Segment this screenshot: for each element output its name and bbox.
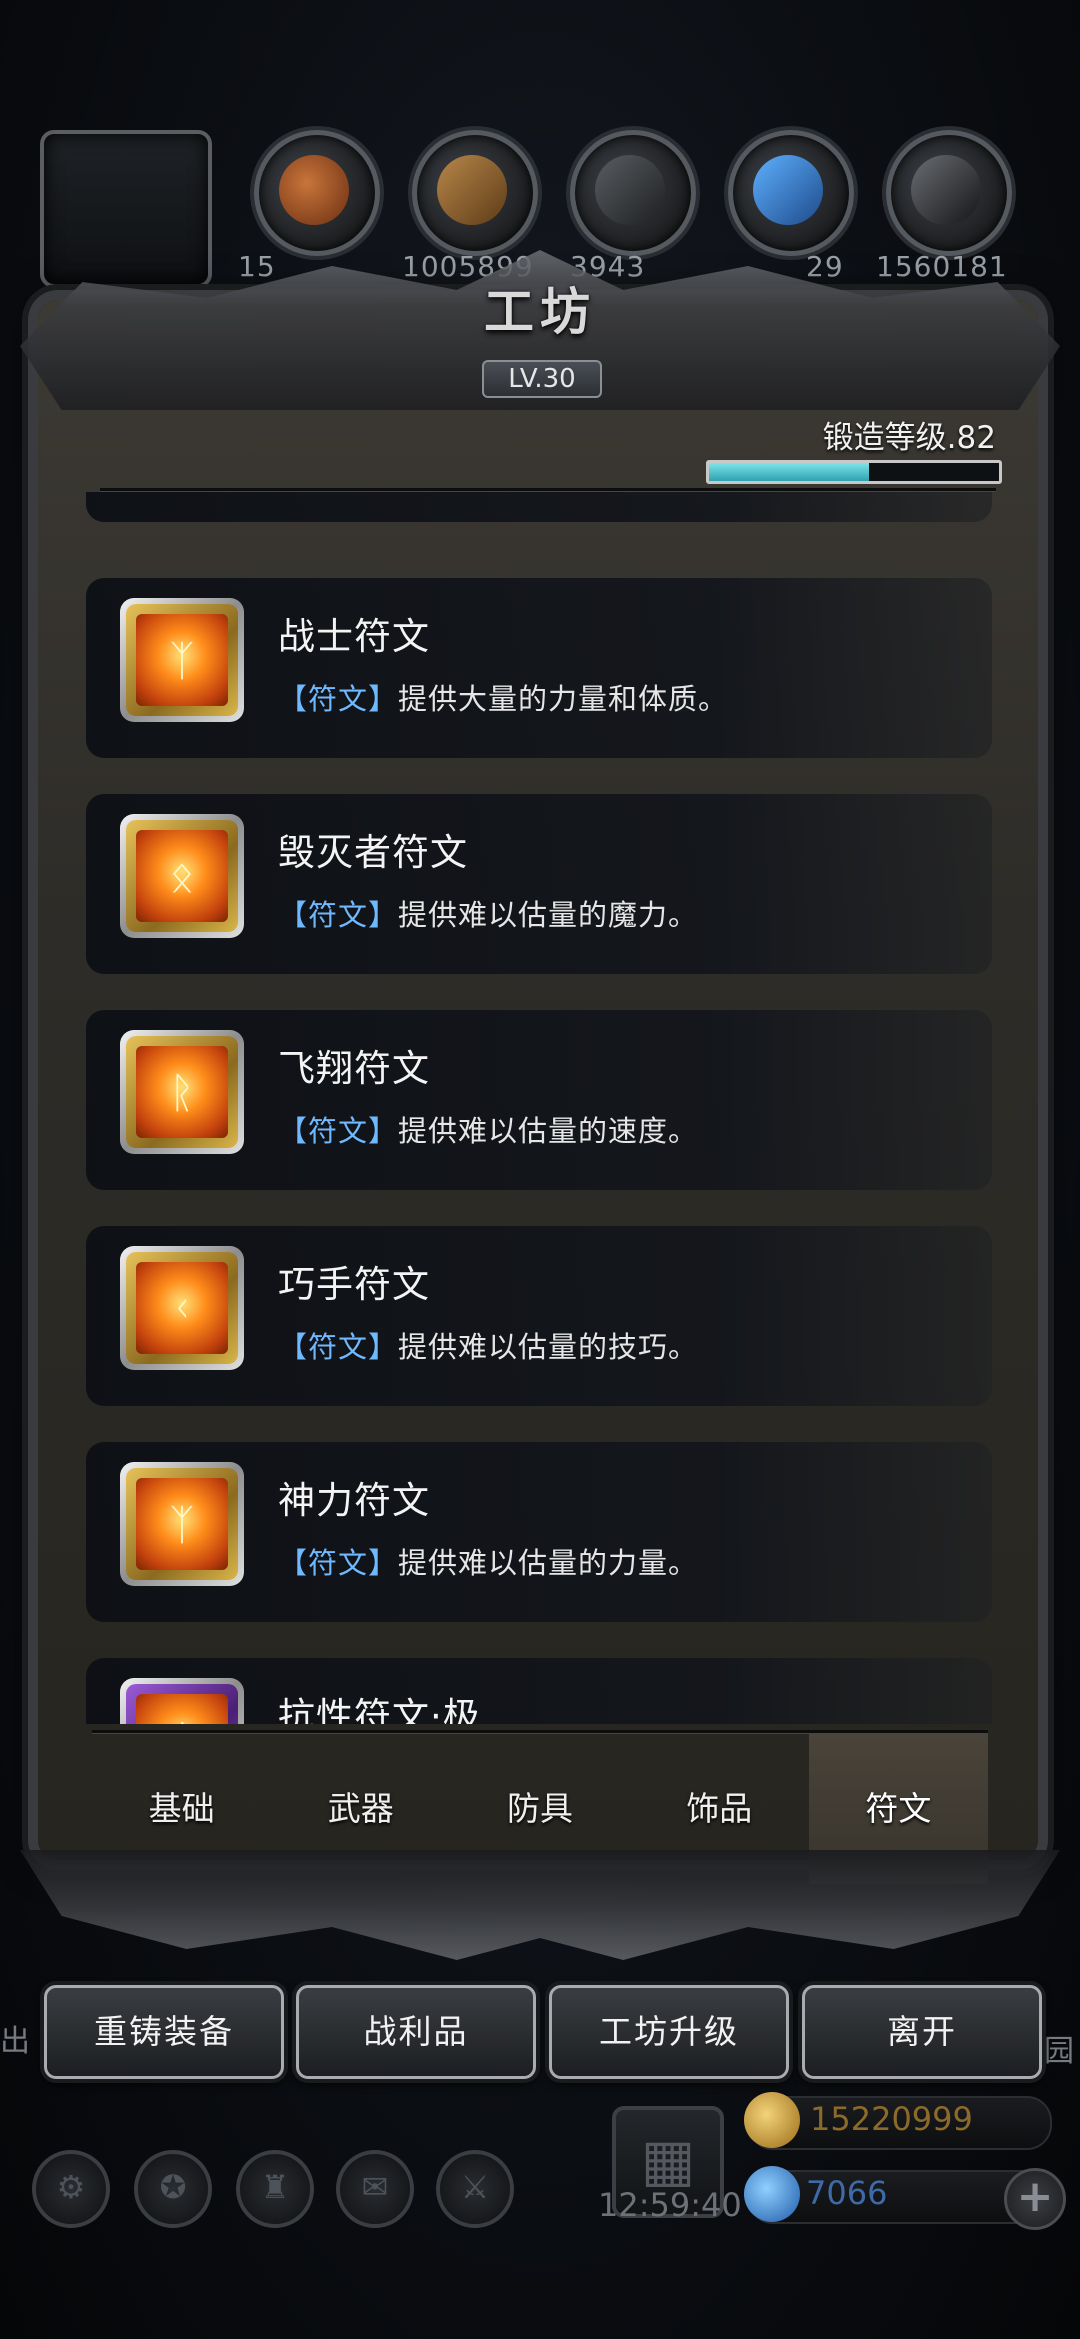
rune-desc: 【符文】提供难以估量的魔力。 <box>278 898 699 932</box>
list-bottom-divider <box>92 1730 988 1733</box>
add-currency-button[interactable]: + <box>1004 2168 1066 2230</box>
rune-name: 巧手符文 <box>278 1263 430 1306</box>
forge-progress-bar <box>706 460 1002 484</box>
gem-icon <box>744 2166 800 2222</box>
rune-name: 抗性符文·极 <box>278 1695 481 1724</box>
rune-name: 飞翔符文 <box>278 1047 430 1090</box>
list-top-divider <box>100 488 996 491</box>
left-edge-label: 出 <box>0 2024 30 2059</box>
resource-meat-icon <box>254 130 380 256</box>
list-item[interactable]: ᚱ 飞翔符文 【符文】提供难以估量的速度。 <box>86 1010 992 1190</box>
list-item[interactable]: ᚲ 巧手符文 【符文】提供难以估量的技巧。 <box>86 1226 992 1406</box>
mail-icon[interactable]: ✉ <box>336 2150 414 2228</box>
resource-crystal-icon <box>728 130 854 256</box>
panel-title: 工坊 <box>484 282 596 341</box>
leave-button[interactable]: 离开 <box>802 1985 1042 2079</box>
list-item[interactable] <box>86 492 992 522</box>
timer-text: 12:59:40 <box>598 2186 742 2224</box>
rune-icon: ᚲ <box>120 1246 244 1370</box>
list-item[interactable]: ᛉ 战士符文 【符文】提供大量的力量和体质。 <box>86 578 992 758</box>
loot-button[interactable]: 战利品 <box>296 1985 536 2079</box>
forge-progress-fill <box>709 463 869 481</box>
gold-amount: 15220999 <box>810 2100 973 2138</box>
character-portrait-slot[interactable] <box>40 130 212 288</box>
list-item[interactable]: ᛇ 抗性符文·极 <box>86 1658 992 1724</box>
forge-level-label: 锻造等级.82 <box>822 420 996 456</box>
gem-amount: 7066 <box>806 2174 888 2212</box>
list-item[interactable]: ᛟ 毁灭者符文 【符文】提供难以估量的魔力。 <box>86 794 992 974</box>
rune-desc: 【符文】提供难以估量的技巧。 <box>278 1330 699 1364</box>
quest-icon[interactable]: ✪ <box>134 2150 212 2228</box>
workshop-upgrade-button[interactable]: 工坊升级 <box>549 1985 789 2079</box>
settings-icon[interactable]: ⚙ <box>32 2150 110 2228</box>
rune-name: 毁灭者符文 <box>278 831 468 874</box>
rune-icon: ᛉ <box>120 1462 244 1586</box>
resource-wood-icon <box>412 130 538 256</box>
rune-list[interactable]: ᛉ 战士符文 【符文】提供大量的力量和体质。 ᛟ 毁灭者符文 【符文】提供难以估… <box>86 492 992 1724</box>
workshop-level-badge: LV.30 <box>482 360 602 398</box>
resource-stone-icon <box>570 130 696 256</box>
rune-name: 战士符文 <box>278 615 430 658</box>
rune-desc: 【符文】提供大量的力量和体质。 <box>278 682 729 716</box>
guild-icon[interactable]: ♜ <box>236 2150 314 2228</box>
rune-icon: ᛟ <box>120 814 244 938</box>
rune-icon: ᛇ <box>120 1678 244 1724</box>
reforge-equipment-button[interactable]: 重铸装备 <box>44 1985 284 2079</box>
gold-coin-icon <box>744 2092 800 2148</box>
rune-icon: ᚱ <box>120 1030 244 1154</box>
rune-desc: 【符文】提供难以估量的力量。 <box>278 1546 699 1580</box>
team-icon[interactable]: ⚔ <box>436 2150 514 2228</box>
panel-frame-bottom <box>20 1850 1060 1960</box>
rune-desc: 【符文】提供难以估量的速度。 <box>278 1114 699 1148</box>
list-item[interactable]: ᛉ 神力符文 【符文】提供难以估量的力量。 <box>86 1442 992 1622</box>
rune-icon: ᛉ <box>120 598 244 722</box>
resource-iron-icon <box>886 130 1012 256</box>
rune-name: 神力符文 <box>278 1479 430 1522</box>
right-edge-label: 园 <box>1044 2034 1074 2069</box>
